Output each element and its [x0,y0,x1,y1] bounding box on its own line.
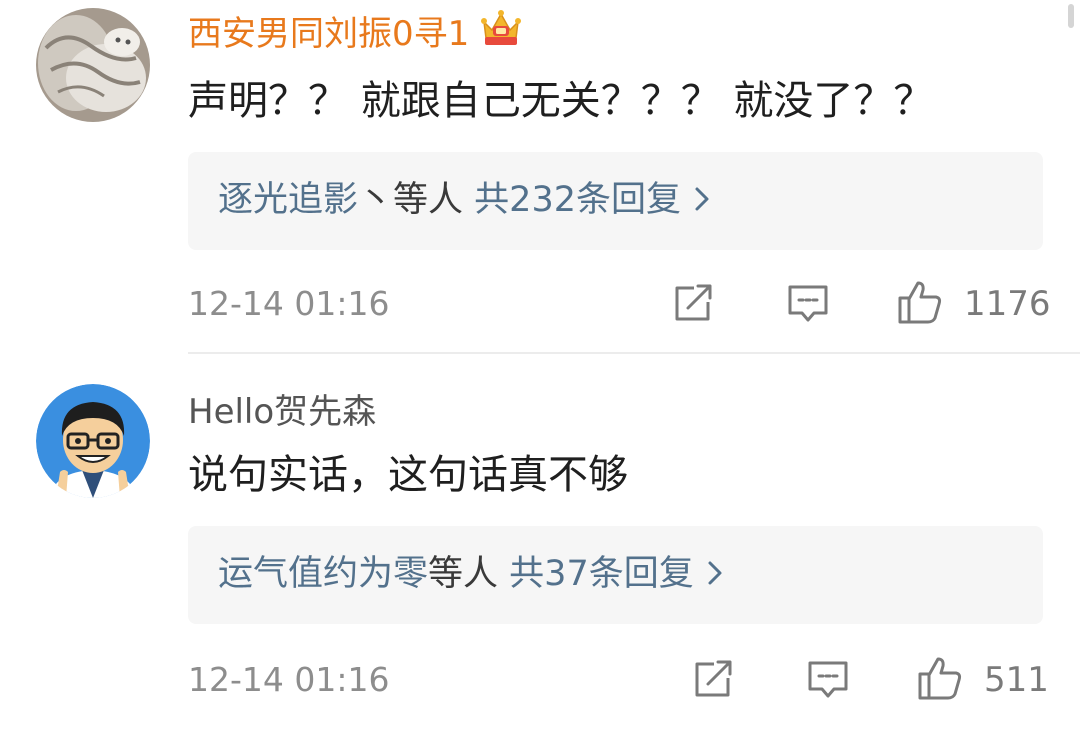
chevron-right-icon [706,552,724,598]
comment-button[interactable] [786,280,830,328]
comment-text: 声明？？ 就跟自己无关？？？ 就没了？？ [188,78,934,124]
reply-count[interactable]: 共37条回复 [509,554,694,594]
username[interactable]: 西安男同刘振0寻1 [188,10,523,57]
reply-author-names[interactable]: 逐光追影 [218,180,358,220]
timestamp: 12-14 01:16 [188,284,390,323]
thumbs-up-icon [916,654,964,706]
comment-text: 说句实话，这句话真不够 [188,452,628,498]
share-button[interactable] [672,280,716,328]
chevron-right-icon [693,178,711,224]
share-icon [672,280,716,328]
reply-separator: 丶等人 [358,180,464,220]
thumbs-up-icon [896,278,944,330]
comment-item: 西安男同刘振0寻1 声明？？ 就跟自己无关？？？ 就没了？？ 逐光追影丶等人 共… [0,0,1080,352]
reply-count[interactable]: 共232条回复 [474,180,681,220]
comment-item: Hello贺先森 说句实话，这句话真不够 运气值约为零等人 共37条回复 12-… [0,354,1080,735]
reply-author-names[interactable]: 运气值约为零 [218,554,428,594]
cat-avatar-image [36,8,150,122]
crown-vip-icon[interactable] [479,8,523,57]
avatar[interactable] [36,8,150,122]
comment-icon [806,656,850,704]
username-text[interactable]: 西安男同刘振0寻1 [188,14,469,54]
replies-preview[interactable]: 运气值约为零等人 共37条回复 [188,526,1043,624]
comment-icon [786,280,830,328]
share-button[interactable] [692,656,736,704]
like-count: 1176 [964,284,1051,324]
like-button[interactable]: 1176 [896,280,1051,328]
replies-preview[interactable]: 逐光追影丶等人 共232条回复 [188,152,1043,250]
reply-separator: 等人 [428,554,499,594]
avatar[interactable] [36,384,150,498]
cartoon-avatar-image [36,384,150,498]
like-button[interactable]: 511 [916,656,1049,704]
timestamp: 12-14 01:16 [188,660,390,699]
comment-button[interactable] [806,656,850,704]
like-count: 511 [984,660,1049,700]
share-icon [692,656,736,704]
username[interactable]: Hello贺先森 [188,392,376,432]
replies-link[interactable]: 逐光追影丶等人 共232条回复 [218,177,711,224]
replies-link[interactable]: 运气值约为零等人 共37条回复 [218,551,724,598]
